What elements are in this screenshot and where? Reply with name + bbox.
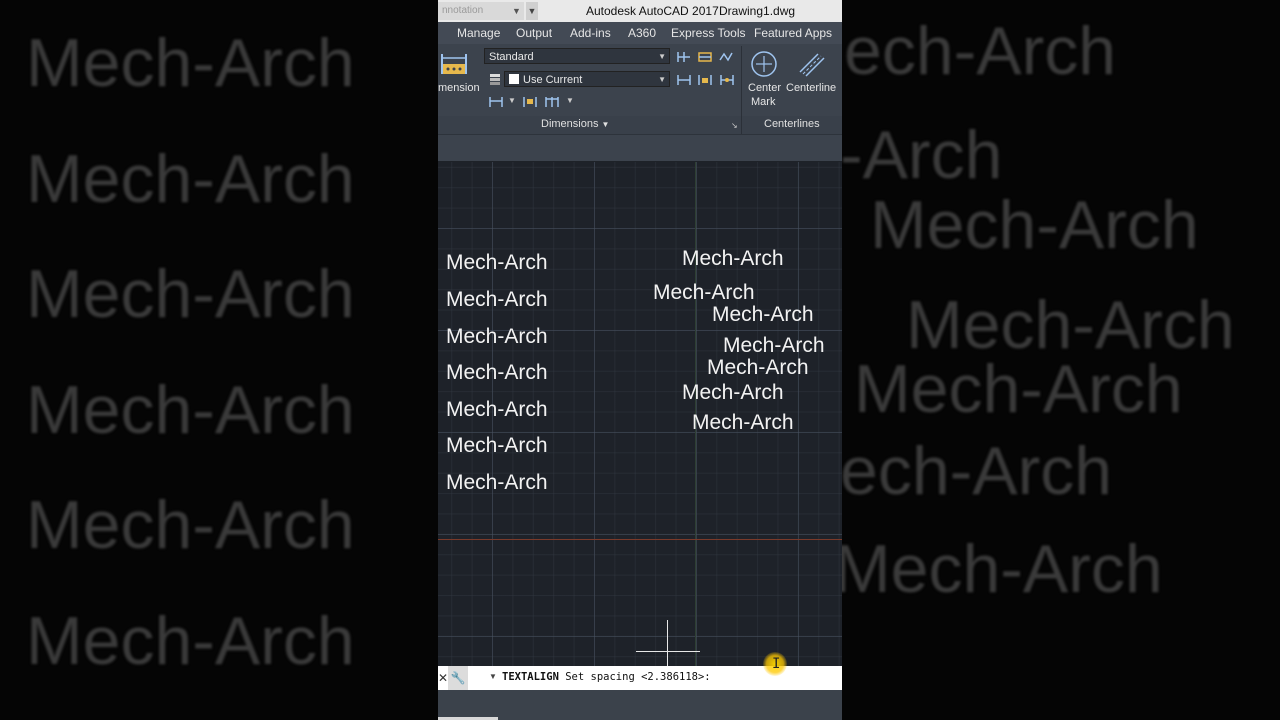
dim-baseline-icon[interactable]: [676, 50, 692, 64]
dim-space-icon[interactable]: [697, 73, 713, 87]
chevron-down-icon[interactable]: ▼: [508, 96, 516, 105]
dim-break-icon[interactable]: [697, 50, 713, 64]
watermark-text: ech-Arch: [842, 433, 1113, 509]
workspace-dropdown-value: nnotation: [442, 5, 484, 16]
centerline-label[interactable]: Centerline: [786, 82, 836, 94]
text-object[interactable]: Mech-Arch: [682, 247, 784, 271]
watermark-text: Mech-Arch: [26, 487, 355, 563]
background-left-panel: Mech-Arch Mech-Arch Mech-Arch Mech-Arch …: [0, 0, 438, 720]
dim-linear-icon[interactable]: [488, 95, 504, 109]
command-prompt: TEXTALIGN Set spacing <2.386118>:: [502, 671, 711, 683]
watermark-text: Mech-Arch: [26, 25, 355, 101]
center-mark-icon[interactable]: [750, 50, 778, 78]
watermark-text: Mech-Arch: [842, 531, 1163, 607]
dim-jog-icon[interactable]: [719, 50, 735, 64]
app-title: Autodesk AutoCAD 2017: [586, 4, 719, 18]
watermark-text: ech-Arch: [844, 13, 1117, 89]
watermark-text: Mech-Arch: [26, 603, 355, 679]
crosshair-cursor-vertical: [667, 620, 668, 666]
tab-featured-apps[interactable]: Featured Apps: [754, 26, 832, 40]
text-object[interactable]: Mech-Arch: [446, 361, 548, 385]
text-object[interactable]: Mech-Arch: [446, 288, 548, 312]
dimensions-panel-label: Dimensions: [541, 118, 599, 130]
chevron-down-icon: ▼: [658, 52, 666, 61]
dimension-button-label[interactable]: mension: [438, 82, 480, 94]
background-right-panel: ech-Arch -Arch Mech-Arch Mech-Arch Mech-…: [842, 0, 1280, 720]
text-object[interactable]: Mech-Arch: [707, 356, 809, 380]
text-object[interactable]: Mech-Arch: [682, 381, 784, 405]
layer-value: Use Current: [523, 74, 583, 86]
centerline-icon[interactable]: [798, 50, 826, 78]
watermark-text: Mech-Arch: [26, 256, 355, 332]
tab-output[interactable]: Output: [516, 26, 552, 40]
ribbon-tab-bar: Manage Output Add-ins A360 Express Tools…: [438, 22, 842, 44]
centerlines-panel-title: Centerlines: [764, 118, 820, 130]
dimension-icon[interactable]: [440, 50, 468, 76]
workspace-dropdown[interactable]: nnotation ▼: [438, 2, 524, 20]
text-object[interactable]: Mech-Arch: [446, 251, 548, 275]
text-cursor-icon: I: [772, 656, 781, 672]
command-line[interactable]: ✕ 🔧 ▼ TEXTALIGN Set spacing <2.386118>: …: [438, 652, 842, 690]
status-bar: [438, 690, 842, 720]
chevron-down-icon: ▼: [658, 75, 666, 84]
watermark-text: Mech-Arch: [870, 187, 1199, 263]
text-object[interactable]: Mech-Arch: [692, 411, 794, 435]
tab-add-ins[interactable]: Add-ins: [570, 26, 611, 40]
quick-access-customize-button[interactable]: ▼: [526, 2, 538, 20]
chevron-down-icon[interactable]: ▼: [489, 672, 497, 681]
drawing-viewport[interactable]: Mech-Arch Mech-Arch Mech-Arch Mech-Arch …: [438, 162, 842, 666]
text-object[interactable]: Mech-Arch: [446, 398, 548, 422]
watermark-text: -Arch: [842, 117, 1003, 193]
ribbon-panel: mension Standard ▼ Use Current ▼ ▼ ▼ Cen…: [438, 44, 842, 134]
command-prompt-text: Set spacing <2.386118>:: [565, 671, 711, 683]
watermark-text: Mech-Arch: [26, 141, 355, 217]
dim-continue-icon[interactable]: [522, 95, 538, 109]
dim-reassociate-icon[interactable]: [719, 73, 735, 87]
chevron-down-icon: ▼: [512, 6, 521, 16]
tab-a360[interactable]: A360: [628, 26, 656, 40]
center-mark-label-line1[interactable]: Center: [748, 82, 781, 94]
chevron-down-icon: ▼: [527, 6, 537, 16]
dialog-launcher-icon[interactable]: ↘: [731, 121, 738, 130]
text-object[interactable]: Mech-Arch: [446, 471, 548, 495]
text-object[interactable]: Mech-Arch: [653, 281, 755, 305]
text-object[interactable]: Mech-Arch: [446, 325, 548, 349]
layer-select[interactable]: Use Current ▼: [504, 71, 670, 87]
file-tab-bar: [438, 134, 842, 161]
x-axis-line: [438, 539, 842, 540]
command-name: TEXTALIGN: [502, 671, 559, 683]
crosshair-cursor-horizontal: [636, 651, 700, 652]
chevron-down-icon[interactable]: ▼: [566, 96, 574, 105]
dimensions-panel-title[interactable]: Dimensions ▼: [541, 118, 609, 130]
dim-update-icon[interactable]: [676, 73, 692, 87]
center-mark-label-line2[interactable]: Mark: [751, 96, 775, 108]
text-object[interactable]: Mech-Arch: [723, 334, 825, 358]
file-name: Drawing1.dwg: [719, 4, 796, 18]
close-icon[interactable]: ✕: [438, 671, 448, 685]
text-object[interactable]: Mech-Arch: [712, 303, 814, 327]
autocad-window: nnotation ▼ ▼ Autodesk AutoCAD 2017 Draw…: [438, 0, 842, 720]
watermark-text: Mech-Arch: [854, 351, 1183, 427]
dim-style-select[interactable]: Standard ▼: [484, 48, 670, 64]
title-bar: nnotation ▼ ▼ Autodesk AutoCAD 2017 Draw…: [438, 0, 842, 22]
text-object[interactable]: Mech-Arch: [446, 434, 548, 458]
dim-multiple-icon[interactable]: [544, 95, 562, 109]
tab-express-tools[interactable]: Express Tools: [671, 26, 745, 40]
watermark-text: Mech-Arch: [26, 372, 355, 448]
dim-style-value: Standard: [489, 51, 534, 63]
tab-manage[interactable]: Manage: [457, 26, 500, 40]
layer-color-swatch: [509, 74, 519, 84]
layers-icon: [490, 74, 500, 85]
wrench-icon[interactable]: 🔧: [448, 666, 468, 690]
chevron-down-icon: ▼: [601, 120, 610, 129]
